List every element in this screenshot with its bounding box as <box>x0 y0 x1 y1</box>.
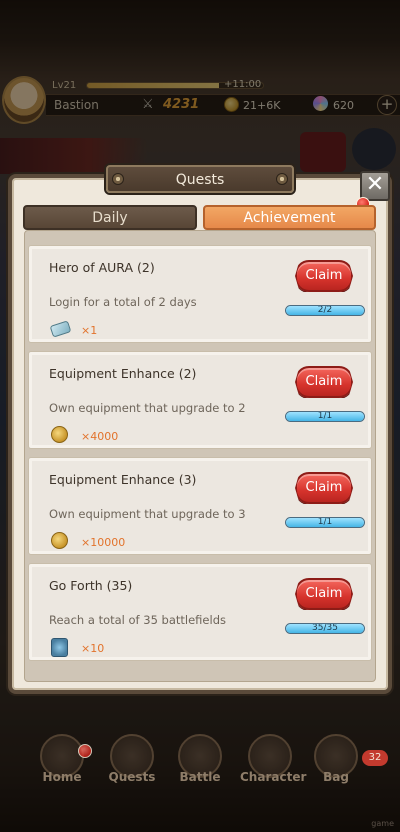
quest-progress-bar: 2/2 <box>285 305 365 316</box>
quest-card: Go Forth (35) Reach a total of 35 battle… <box>28 563 372 661</box>
progress-text: 1/1 <box>317 517 333 527</box>
scroll-icon <box>51 638 68 657</box>
quest-progress-bar: 1/1 <box>285 517 365 528</box>
nav-label: Quests <box>108 770 156 784</box>
quest-description: Reach a total of 35 battlefields <box>49 613 226 627</box>
quest-progress-bar: 1/1 <box>285 411 365 422</box>
nav-character[interactable]: Character <box>240 734 307 790</box>
quest-description: Own equipment that upgrade to 3 <box>49 507 246 521</box>
claim-button[interactable]: Claim <box>295 366 353 398</box>
nav-bag[interactable]: Bag <box>306 734 366 790</box>
watermark: game <box>371 819 394 828</box>
modal-title-banner: Quests <box>106 165 294 193</box>
quest-card: Hero of AURA (2) Login for a total of 2 … <box>28 245 372 343</box>
quest-title: Equipment Enhance (3) <box>49 472 197 487</box>
quest-description: Login for a total of 2 days <box>49 295 197 309</box>
quest-card: Equipment Enhance (2) Own equipment that… <box>28 351 372 449</box>
modal-title: Quests <box>175 172 225 188</box>
quest-progress-bar: 35/35 <box>285 623 365 634</box>
quest-description: Own equipment that upgrade to 2 <box>49 401 246 415</box>
progress-text: 2/2 <box>317 305 333 315</box>
nav-quests[interactable]: Quests <box>102 734 162 790</box>
quest-card: Equipment Enhance (3) Own equipment that… <box>28 457 372 555</box>
claim-button[interactable]: Claim <box>295 578 353 610</box>
progress-text: 1/1 <box>317 411 333 421</box>
reward-quantity: ×1 <box>81 324 98 337</box>
nav-label: Home <box>42 770 82 784</box>
nav-label: Battle <box>179 770 221 784</box>
quest-title: Hero of AURA (2) <box>49 260 155 275</box>
bag-count-badge: 32 <box>362 750 388 766</box>
nav-battle[interactable]: Battle <box>170 734 230 790</box>
quest-title: Equipment Enhance (2) <box>49 366 197 381</box>
tab-daily[interactable]: Daily <box>23 205 197 230</box>
claim-button[interactable]: Claim <box>295 260 353 292</box>
tab-achievement[interactable]: Achievement <box>203 205 376 230</box>
quest-title: Go Forth (35) <box>49 578 133 593</box>
gold-coin-icon <box>51 532 68 549</box>
reward-quantity: ×10 <box>81 642 105 655</box>
nav-home[interactable]: Home <box>32 734 92 790</box>
nav-label: Character <box>240 770 307 784</box>
nav-label: Bag <box>323 770 349 784</box>
progress-text: 35/35 <box>312 623 338 633</box>
rivet-icon <box>276 173 288 185</box>
claim-button[interactable]: Claim <box>295 472 353 504</box>
reward-quantity: ×4000 <box>81 430 119 443</box>
notification-dot <box>78 744 92 758</box>
reward-quantity: ×10000 <box>81 536 126 549</box>
gold-coin-icon <box>51 426 68 443</box>
ticket-icon <box>49 320 72 338</box>
